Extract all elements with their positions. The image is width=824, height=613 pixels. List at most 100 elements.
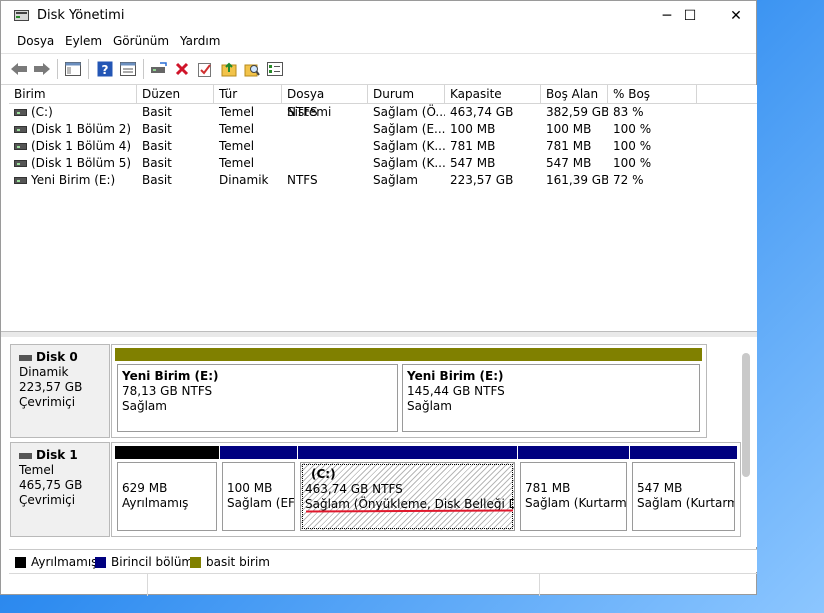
- partition-color-bar: [220, 446, 297, 459]
- menu-yardim[interactable]: Yardım: [180, 34, 220, 48]
- status-separator: [539, 574, 540, 596]
- cell-birim: Yeni Birim (E:): [9, 172, 137, 189]
- partition-color-bar: [115, 446, 219, 459]
- column-header-kapasite[interactable]: Kapasite: [445, 85, 541, 103]
- legend-unallocated: Ayrılmamış: [15, 555, 97, 569]
- check-button[interactable]: [195, 59, 215, 79]
- table-row[interactable]: (Disk 1 Bölüm 2) Basit Temel Sağlam (E... 10…: [9, 121, 757, 138]
- menu-eylem[interactable]: Eylem: [65, 34, 102, 48]
- partition-size: 78,13 GB NTFS: [122, 384, 213, 398]
- cell-bos-alan: 382,59 GB: [546, 105, 608, 119]
- search-folder-button[interactable]: [242, 59, 262, 79]
- partition-status: Sağlam: [407, 399, 452, 413]
- partition-status: Sağlam: [122, 399, 167, 413]
- disk-icon: [19, 354, 32, 361]
- table-row[interactable]: Yeni Birim (E:) Basit Dinamik NTFS Sağlam 223…: [9, 172, 757, 189]
- disk-0-partition-2[interactable]: Yeni Birim (E:) 145,44 GB NTFS Sağlam: [400, 348, 702, 434]
- partition-title: (C:): [311, 467, 336, 481]
- back-button[interactable]: [9, 59, 29, 79]
- menu-dosya[interactable]: Dosya: [17, 34, 54, 48]
- disk-1-partitions: 629 MB Ayrılmamış 100 MB Sağlam (EFI (C:…: [111, 442, 741, 537]
- settings-list-icon: [267, 62, 283, 76]
- status-bar: [9, 573, 757, 596]
- folder-up-icon: [221, 62, 237, 77]
- forward-arrow-icon: [34, 63, 50, 75]
- disk-1-partition-c[interactable]: (C:) 463,74 GB NTFS Sağlam (Önyükleme, D…: [298, 446, 517, 533]
- cell-tur: Dinamik: [219, 173, 269, 187]
- delete-button[interactable]: [172, 59, 192, 79]
- partition-status: Sağlam (EFI: [227, 496, 295, 510]
- console-tree-button[interactable]: [63, 59, 83, 79]
- partition-title: Yeni Birim (E:): [122, 369, 219, 383]
- partition-size: 781 MB: [525, 481, 571, 495]
- cell-durum: Sağlam (E...: [373, 122, 445, 136]
- vertical-scrollbar[interactable]: [742, 353, 750, 477]
- column-header-duzen[interactable]: Düzen: [137, 85, 214, 103]
- cell-durum: Sağlam (K...: [373, 156, 445, 170]
- column-header-birim[interactable]: Birim: [9, 85, 137, 103]
- disk-1-partition-efi[interactable]: 100 MB Sağlam (EFI: [220, 446, 297, 533]
- menu-gorunum[interactable]: Görünüm: [113, 34, 169, 48]
- cell-duzen: Basit: [142, 173, 172, 187]
- partition-size: 547 MB: [637, 481, 683, 495]
- disk-management-icon: [14, 10, 29, 21]
- cell-yuzde-bos: 100 %: [613, 139, 652, 153]
- column-header-durum[interactable]: Durum: [368, 85, 445, 103]
- forward-button[interactable]: [32, 59, 52, 79]
- column-header-bos-alan[interactable]: Boş Alan: [541, 85, 608, 103]
- maximize-icon: ☐: [683, 8, 697, 24]
- cell-dosya-sistemi: [282, 121, 368, 138]
- table-row[interactable]: (Disk 1 Bölüm 5) Basit Temel Sağlam (K... 54…: [9, 155, 757, 172]
- column-header-yuzde-bos[interactable]: % Boş: [608, 85, 697, 103]
- cell-bos-alan: 781 MB: [546, 139, 592, 153]
- disk-0-partition-1[interactable]: Yeni Birim (E:) 78,13 GB NTFS Sağlam: [115, 348, 400, 434]
- toolbar-separator: [57, 59, 58, 79]
- cell-durum: Sağlam (Ö...: [373, 105, 445, 119]
- column-header-dosya-sistemi[interactable]: Dosya Sistemi: [282, 85, 368, 119]
- partition-size: 629 MB: [122, 481, 168, 495]
- cell-duzen: Basit: [142, 105, 172, 119]
- table-row[interactable]: (Disk 1 Bölüm 4) Basit Temel Sağlam (K... 78…: [9, 138, 757, 155]
- disk-0-label[interactable]: Disk 0 Dinamik 223,57 GB Çevrimiçi: [10, 344, 110, 438]
- svg-text:?: ?: [102, 63, 109, 77]
- partition-color-bar: [115, 348, 400, 361]
- legend-simple-volume: basit birim: [190, 555, 270, 569]
- close-button[interactable]: ✕: [713, 1, 759, 31]
- disk-1-label[interactable]: Disk 1 Temel 465,75 GB Çevrimiçi: [10, 442, 110, 537]
- cell-tur: Temel: [219, 105, 255, 119]
- connect-drive-icon: [151, 62, 167, 73]
- folder-up-button[interactable]: [219, 59, 239, 79]
- disk-0-type: Dinamik: [19, 365, 69, 379]
- disk-1-partition-recovery-1[interactable]: 781 MB Sağlam (Kurtarma: [518, 446, 629, 533]
- cell-bos-alan: 100 MB: [546, 122, 592, 136]
- cell-yuzde-bos: 72 %: [613, 173, 644, 187]
- cell-duzen: Basit: [142, 156, 172, 170]
- partition-status: Sağlam (Kurtarma: [525, 496, 627, 510]
- properties-button[interactable]: [118, 59, 138, 79]
- cell-kapasite: 463,74 GB: [450, 105, 514, 119]
- legend-swatch: [190, 556, 201, 568]
- disk-0-status: Çevrimiçi: [19, 395, 76, 409]
- disk-0-name: Disk 0: [36, 350, 78, 364]
- disk-1-partition-recovery-2[interactable]: 547 MB Sağlam (Kurtarma: [630, 446, 737, 533]
- volume-icon: [14, 143, 27, 150]
- toolbar-separator: [143, 59, 144, 79]
- cell-birim: (Disk 1 Bölüm 5): [9, 155, 137, 172]
- cell-birim: (C:): [9, 104, 137, 121]
- volume-list-header: Birim Düzen Tür Dosya Sistemi Durum Kapa…: [9, 85, 757, 119]
- cell-birim: (Disk 1 Bölüm 2): [9, 121, 137, 138]
- cell-birim: (Disk 1 Bölüm 4): [9, 138, 137, 155]
- help-button[interactable]: ?: [95, 59, 115, 79]
- column-header-tur[interactable]: Tür: [214, 85, 282, 103]
- window-title: Disk Yönetimi: [37, 8, 125, 23]
- connect-drive-button[interactable]: [149, 59, 169, 79]
- disk-1-partition-unallocated[interactable]: 629 MB Ayrılmamış: [115, 446, 219, 533]
- console-tree-icon: [65, 62, 81, 76]
- maximize-button[interactable]: ☐: [667, 1, 713, 31]
- table-row[interactable]: (C:) Basit Temel NTFS Sağlam (Ö... 463,74 GB 3…: [9, 104, 757, 121]
- cell-durum: Sağlam (K...: [373, 139, 445, 153]
- search-folder-icon: [244, 64, 260, 77]
- volume-icon: [14, 177, 27, 184]
- legend-swatch: [15, 556, 26, 568]
- settings-list-button[interactable]: [265, 59, 285, 79]
